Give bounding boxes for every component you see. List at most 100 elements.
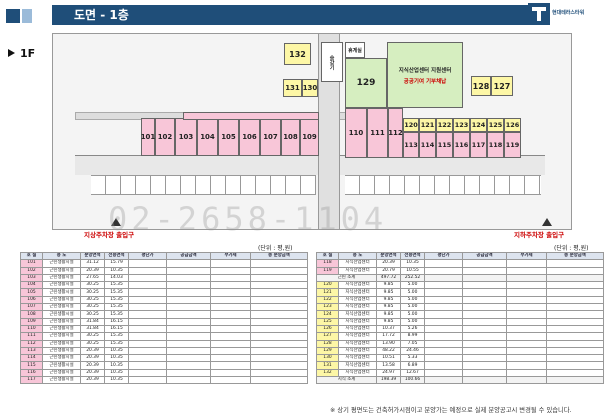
table-cell <box>166 259 211 268</box>
room-120[interactable]: 120 <box>403 118 419 132</box>
table-row: 122 지식산업센터 9.85 5.00 <box>316 295 604 305</box>
table-cell <box>210 346 251 356</box>
table-cell: 30.25 <box>80 339 105 348</box>
room-103[interactable]: 103 <box>175 118 197 156</box>
table-cell <box>506 324 547 334</box>
table-header-cell: 부가세 <box>210 251 251 261</box>
room-114[interactable]: 114 <box>419 132 436 158</box>
table-cell <box>424 259 463 268</box>
table-row: 121 지식산업센터 9.85 5.00 <box>316 288 604 297</box>
room-113[interactable]: 113 <box>403 132 419 158</box>
table-cell <box>506 361 547 370</box>
table-cell <box>166 368 211 378</box>
room-119[interactable]: 119 <box>504 132 521 158</box>
table-row: 127 지식산업센터 17.72 8.99 <box>316 332 604 341</box>
room-108[interactable]: 108 <box>281 118 300 156</box>
header-accent-block <box>6 9 20 23</box>
room-127[interactable]: 127 <box>491 76 513 96</box>
table-cell: 30.25 <box>80 310 105 319</box>
room-123[interactable]: 123 <box>453 118 470 132</box>
parking-strip <box>75 155 545 175</box>
table-row: 132 지식산업센터 24.97 12.67 <box>316 368 604 378</box>
table-row: 123 지식산업센터 9.85 5.00 <box>316 303 604 312</box>
room-126[interactable]: 126 <box>504 118 521 132</box>
table-row: 111 근린생활시설 30.25 15.35 <box>20 332 308 341</box>
table-cell: 근린생활시설 <box>42 310 81 319</box>
room-131[interactable]: 131 <box>283 79 302 97</box>
room-121[interactable]: 121 <box>419 118 436 132</box>
room-122[interactable]: 122 <box>436 118 453 132</box>
table-cell: 127 <box>316 332 339 341</box>
room-104[interactable]: 104 <box>197 118 218 156</box>
table-cell: 105 <box>20 288 43 297</box>
table-cell: 10.35 <box>400 259 425 268</box>
table-cell: 지식산업센터 <box>338 266 377 275</box>
table-cell <box>166 346 211 356</box>
table-cell <box>166 317 211 326</box>
table-cell <box>546 346 604 356</box>
room-124[interactable]: 124 <box>470 118 487 132</box>
table-cell: 5.00 <box>400 303 425 312</box>
table-header-cell: 분양면적 <box>80 251 105 261</box>
room-116[interactable]: 116 <box>453 132 470 158</box>
table-cell: 15.35 <box>104 281 129 290</box>
table-cell <box>462 368 507 378</box>
table-cell: 122 <box>316 295 339 305</box>
room-112[interactable]: 112 <box>388 108 403 158</box>
table-cell <box>506 339 547 348</box>
table-cell <box>462 354 507 363</box>
room-117[interactable]: 117 <box>470 132 487 158</box>
table-cell: 27.65 <box>80 273 105 283</box>
table-cell: 131 <box>316 361 339 370</box>
table-cell <box>166 324 211 334</box>
table-cell <box>424 273 463 283</box>
table-cell <box>250 339 308 348</box>
table-cell: 48.22 <box>376 346 401 356</box>
table-cell: 20.79 <box>376 266 401 275</box>
room-125[interactable]: 125 <box>487 118 504 132</box>
room-128[interactable]: 128 <box>471 76 491 96</box>
table-cell <box>250 332 308 341</box>
table-cell: 128 <box>316 339 339 348</box>
room-115[interactable]: 115 <box>436 132 453 158</box>
room-132[interactable]: 132 <box>284 43 311 65</box>
room-129[interactable]: 129 <box>345 58 387 108</box>
table-header-cell: 호 실 <box>316 251 339 261</box>
room-106[interactable]: 106 <box>239 118 260 156</box>
table-cell: 112 <box>20 339 43 348</box>
table-cell <box>128 324 167 334</box>
table-cell: 109 <box>20 317 43 326</box>
table-row: 101 근린생활시설 31.12 15.79 <box>20 259 308 268</box>
table-cell <box>210 324 251 334</box>
company-logo-icon <box>528 3 550 25</box>
room-101[interactable]: 101 <box>141 118 155 156</box>
room-130[interactable]: 130 <box>302 79 318 97</box>
table-cell <box>250 354 308 363</box>
table-cell <box>546 361 604 370</box>
table-cell: 지식 소계 <box>316 376 377 385</box>
table-header-cell: 평단가 <box>424 251 463 261</box>
room-109[interactable]: 109 <box>300 118 319 156</box>
room-110[interactable]: 110 <box>345 108 367 158</box>
table-cell: 132 <box>316 368 339 378</box>
table-cell <box>166 273 211 283</box>
table-cell <box>424 368 463 378</box>
room-105[interactable]: 105 <box>218 118 239 156</box>
table-cell <box>128 346 167 356</box>
table-cell: 107 <box>20 303 43 312</box>
table-cell <box>250 266 308 275</box>
room-118[interactable]: 118 <box>487 132 504 158</box>
table-header-cell: 공급금액 <box>462 251 507 261</box>
rest-room: 휴게실 <box>345 42 365 58</box>
table-cell <box>250 324 308 334</box>
room-111[interactable]: 111 <box>367 108 388 158</box>
table-cell: 근린생활시설 <box>42 259 81 268</box>
table-row: 109 근린생활시설 31.84 16.15 <box>20 317 308 326</box>
table-cell: 24.46 <box>400 346 425 356</box>
table-cell: 5.00 <box>400 281 425 290</box>
table-cell: 근린생활시설 <box>42 266 81 275</box>
table-cell: 30.25 <box>80 295 105 305</box>
room-107[interactable]: 107 <box>260 118 281 156</box>
company-name: 현대테라스타워 <box>552 10 585 16</box>
room-102[interactable]: 102 <box>155 118 175 156</box>
